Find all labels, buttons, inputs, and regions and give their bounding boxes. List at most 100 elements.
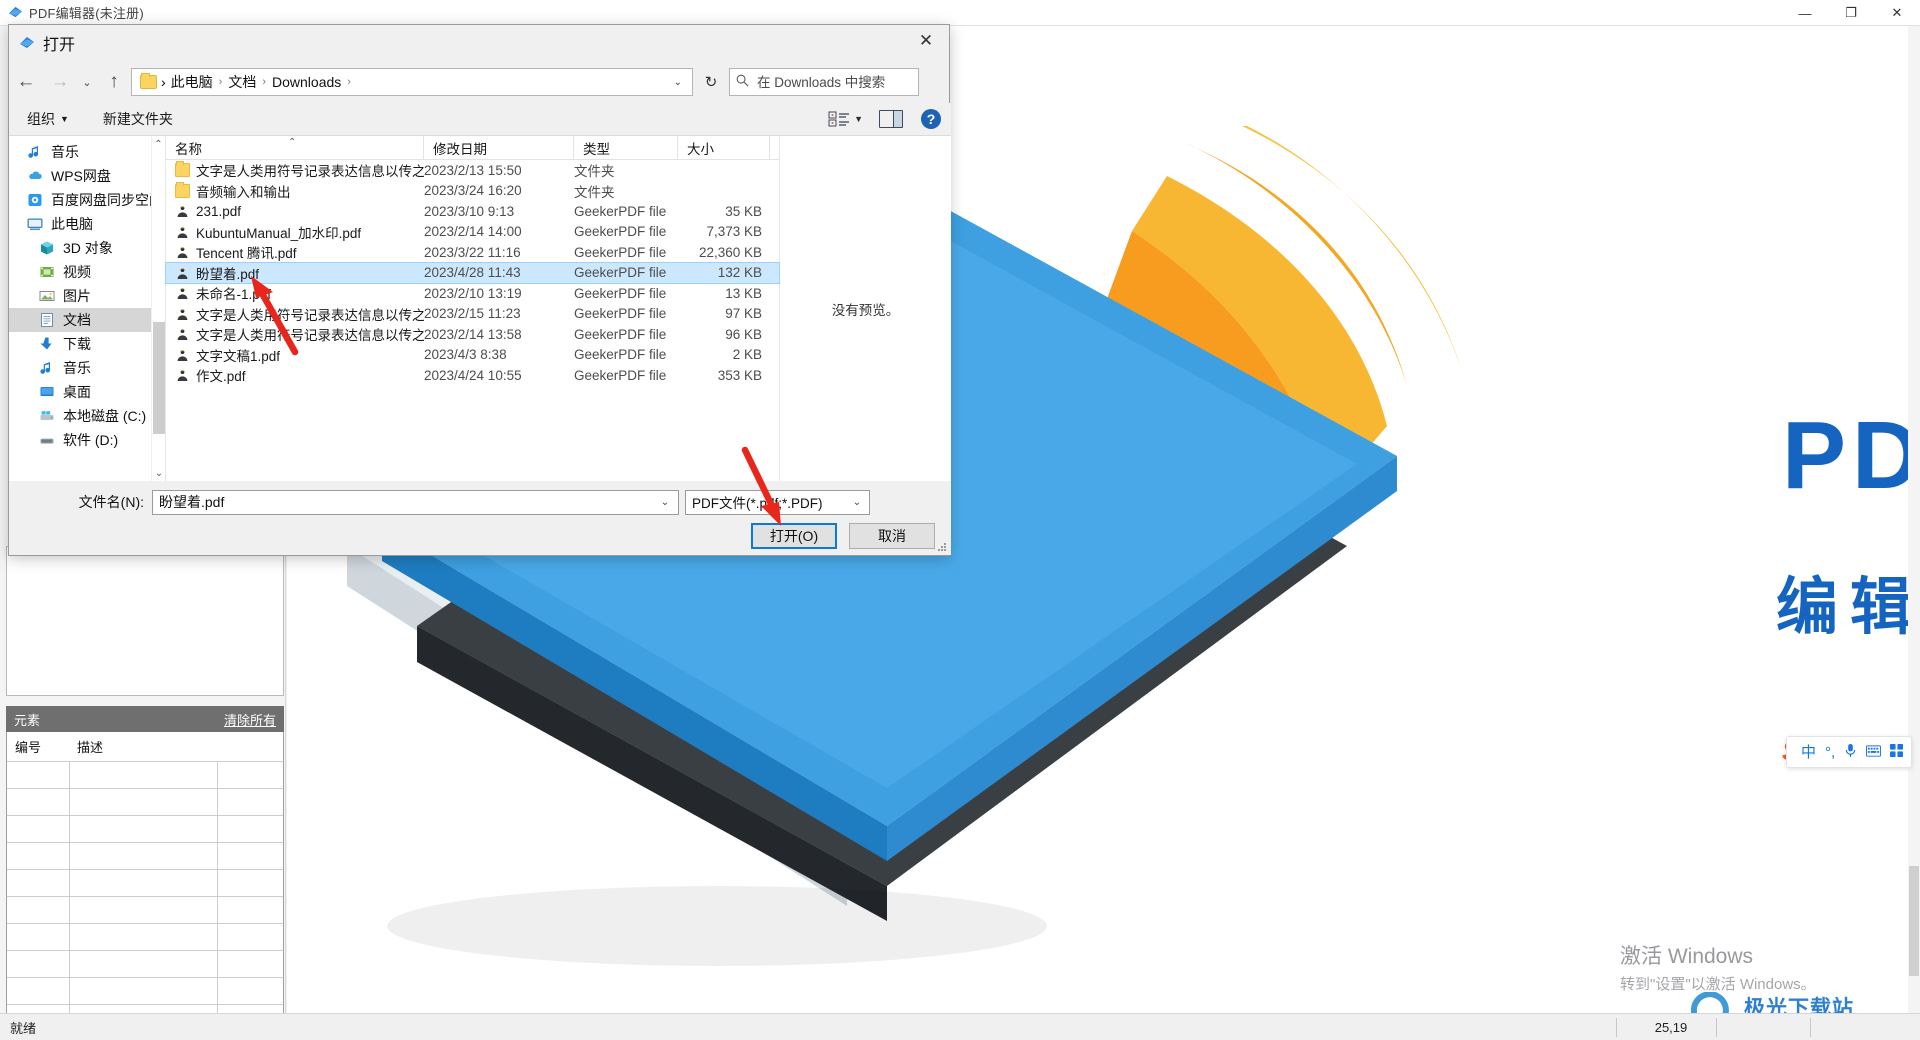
table-row[interactable]: 文字是人类用符号记录表达信息以传之久... 2023/2/15 11:23 Ge… xyxy=(166,304,779,325)
activation-title: 激活 Windows xyxy=(1620,945,1754,968)
breadcrumb-item-documents[interactable]: 文档 xyxy=(223,72,261,92)
search-icon xyxy=(736,74,749,90)
column-header-date[interactable]: 修改日期 xyxy=(424,136,574,159)
chevron-down-icon[interactable]: ⌄ xyxy=(845,497,869,508)
place-item-3d-objects[interactable]: 3D 对象 xyxy=(9,236,165,260)
minimize-button[interactable]: — xyxy=(1782,0,1828,26)
recent-locations-button[interactable]: ⌄ xyxy=(77,65,97,99)
file-size-cell: 13 KB xyxy=(725,285,762,301)
address-bar[interactable]: › 此电脑 › 文档 › Downloads › ⌄ xyxy=(131,68,693,96)
filename-input[interactable] xyxy=(153,493,652,511)
place-item-baidu-netdisk[interactable]: 百度网盘同步空间 xyxy=(9,188,165,212)
properties-box[interactable] xyxy=(6,546,284,696)
maximize-button[interactable]: ❐ xyxy=(1828,0,1874,26)
scroll-down-icon[interactable]: ⌄ xyxy=(152,465,166,481)
clear-all-button[interactable]: 清除所有 xyxy=(224,710,276,729)
navigation-pane[interactable]: 音乐 WPS网盘 百度网盘同步空间 此电脑 3D 对象 视频 图片 文档 下载 … xyxy=(9,136,166,481)
place-label: 本地磁盘 (C:) xyxy=(63,408,147,424)
drive-icon xyxy=(39,432,56,449)
help-icon[interactable]: ? xyxy=(921,109,941,129)
column-header-size[interactable]: 大小 xyxy=(678,136,770,159)
table-row[interactable]: 231.pdf 2023/3/10 9:13 GeekerPDF file 35… xyxy=(166,201,779,222)
resize-grip[interactable] xyxy=(935,540,947,552)
table-row-selected[interactable]: 盼望着.pdf 2023/4/28 11:43 GeekerPDF file 1… xyxy=(165,261,780,284)
place-item-downloads[interactable]: 下载 xyxy=(9,332,165,356)
folder-icon xyxy=(140,73,157,89)
table-row[interactable]: KubuntuManual_加水印.pdf 2023/2/14 14:00 Ge… xyxy=(166,222,779,243)
chevron-down-icon[interactable]: ▼ xyxy=(854,114,863,124)
open-button[interactable]: 打开(O) xyxy=(751,523,837,549)
column-header-type[interactable]: 类型 xyxy=(574,136,678,159)
place-item-music[interactable]: 音乐 xyxy=(9,140,165,164)
grid-hline xyxy=(7,977,283,978)
view-list-icon[interactable] xyxy=(828,110,850,128)
3d-objects-icon xyxy=(39,240,56,257)
organize-button[interactable]: 组织 ▼ xyxy=(17,107,79,132)
filename-combobox[interactable]: ⌄ xyxy=(152,489,679,515)
table-row[interactable]: Tencent 腾讯.pdf 2023/3/22 11:16 GeekerPDF… xyxy=(166,242,779,263)
dialog-close-button[interactable]: ✕ xyxy=(903,25,949,57)
place-item-drive-d[interactable]: 软件 (D:) xyxy=(9,428,165,452)
app-title: PDF编辑器(未注册) xyxy=(29,6,144,21)
place-item-local-disk-c[interactable]: 本地磁盘 (C:) xyxy=(9,404,165,428)
places-scrollbar-thumb[interactable] xyxy=(153,322,165,434)
statusbar-divider xyxy=(1716,1018,1717,1037)
breadcrumb-item-downloads[interactable]: Downloads xyxy=(267,74,346,90)
place-item-wps-cloud[interactable]: WPS网盘 xyxy=(9,164,165,188)
breadcrumb-item-this-pc[interactable]: 此电脑 xyxy=(166,72,218,92)
table-row[interactable]: 文字是人类用符号记录表达信息以传之久... 2023/2/14 13:58 Ge… xyxy=(166,324,779,345)
refresh-button[interactable]: ↻ xyxy=(697,68,725,96)
file-type-combobox[interactable]: PDF文件(*.pdf;*.PDF) ⌄ xyxy=(685,489,870,515)
search-input[interactable] xyxy=(755,73,912,91)
file-name-text: KubuntuManual_加水印.pdf xyxy=(196,225,362,241)
place-item-pictures[interactable]: 图片 xyxy=(9,284,165,308)
downloads-icon xyxy=(39,336,56,353)
search-box[interactable] xyxy=(729,68,919,96)
dialog-titlebar: 打开 ✕ xyxy=(9,25,949,61)
up-button[interactable]: ↑ xyxy=(97,65,131,99)
chevron-down-icon[interactable]: ⌄ xyxy=(666,77,690,88)
table-row[interactable]: 作文.pdf 2023/4/24 10:55 GeekerPDF file 35… xyxy=(166,365,779,386)
table-row[interactable]: 音频输入和输出 2023/3/24 16:20 文件夹 xyxy=(166,181,779,202)
ime-chinese-mode[interactable]: 中 xyxy=(1801,745,1816,760)
grid-hline xyxy=(7,788,283,789)
place-item-music-2[interactable]: 音乐 xyxy=(9,356,165,380)
file-size-cell: 2 KB xyxy=(732,347,762,363)
place-item-desktop[interactable]: 桌面 xyxy=(9,380,165,404)
back-button[interactable]: ← xyxy=(9,65,43,99)
pdf-file-icon xyxy=(175,245,190,259)
table-row[interactable]: 未命名-1.pdf 2023/2/10 13:19 GeekerPDF file… xyxy=(166,283,779,304)
folder-icon xyxy=(175,181,190,198)
status-ready-text: 就绪 xyxy=(10,1020,37,1036)
ime-toolbar[interactable]: 中 °, xyxy=(1786,736,1912,768)
preview-placeholder: 没有预览。 xyxy=(831,302,900,318)
places-scrollbar[interactable]: ⌃ ⌄ xyxy=(151,136,165,481)
elements-table[interactable]: 编号 描述 xyxy=(6,732,284,1036)
open-file-dialog[interactable]: 打开 ✕ ← → ⌄ ↑ › 此电脑 › 文档 › Downloads › ⌄ … xyxy=(8,24,951,556)
ime-punctuation-mode[interactable]: °, xyxy=(1825,745,1835,760)
apps-icon[interactable] xyxy=(1890,744,1904,760)
file-list-pane[interactable]: 名称 修改日期 类型 大小 ⌃ 文字是人类用符号记录表达信息以传之久... 20… xyxy=(165,136,780,481)
new-folder-button[interactable]: 新建文件夹 xyxy=(93,107,183,132)
place-item-this-pc[interactable]: 此电脑 xyxy=(9,212,165,236)
file-name-text: 231.pdf xyxy=(196,203,242,219)
place-item-videos[interactable]: 视频 xyxy=(9,260,165,284)
table-row[interactable]: 文字文稿1.pdf 2023/4/3 8:38 GeekerPDF file 2… xyxy=(166,345,779,366)
scroll-up-icon[interactable]: ⌃ xyxy=(152,136,165,152)
mic-icon[interactable] xyxy=(1844,743,1857,761)
keyboard-icon[interactable] xyxy=(1866,744,1882,760)
close-button[interactable]: ✕ xyxy=(1874,0,1920,26)
canvas-vertical-scrollbar[interactable] xyxy=(1908,26,1920,1013)
preview-pane-icon[interactable] xyxy=(879,110,903,128)
chevron-down-icon[interactable]: ⌄ xyxy=(652,497,678,508)
file-list[interactable]: 文字是人类用符号记录表达信息以传之久... 2023/2/13 15:50 文件… xyxy=(165,160,780,386)
place-label: 桌面 xyxy=(63,384,91,400)
forward-button[interactable]: → xyxy=(43,65,77,99)
file-type-cell: GeekerPDF file xyxy=(574,326,667,342)
table-row[interactable]: 文字是人类用符号记录表达信息以传之久... 2023/2/13 15:50 文件… xyxy=(166,160,779,181)
statusbar-divider xyxy=(1810,1018,1811,1037)
cancel-button[interactable]: 取消 xyxy=(849,523,935,549)
file-date-cell: 2023/2/14 13:58 xyxy=(424,326,522,342)
place-item-documents[interactable]: 文档 xyxy=(9,308,165,332)
file-name-cell: 文字是人类用符号记录表达信息以传之久... xyxy=(166,324,424,344)
